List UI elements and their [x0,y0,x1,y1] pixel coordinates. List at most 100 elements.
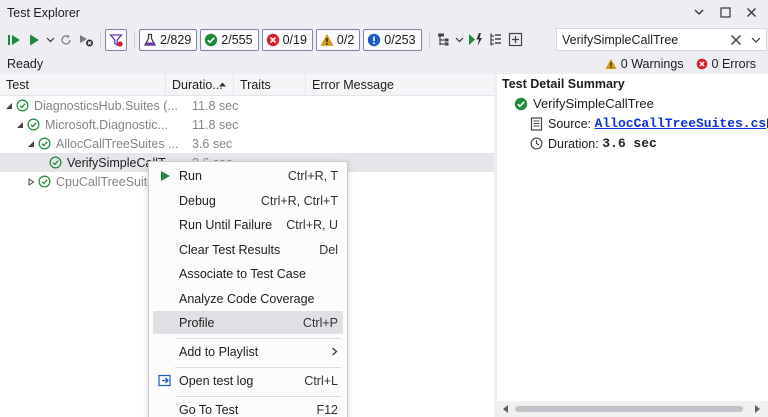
column-header-traits[interactable]: Traits [234,74,306,96]
hierarchy-icon [490,33,502,46]
test-duration: 11.8 sec [192,98,239,113]
cancel-run-button[interactable] [76,29,96,51]
chevron-down-icon [46,37,54,43]
group-by-button[interactable] [434,29,454,51]
chevron-down-icon [455,37,464,43]
passed-icon [47,153,63,172]
flask-icon [143,33,157,46]
passed-icon [36,172,52,191]
chevron-down-icon [694,9,704,15]
run-tests-after-build-button[interactable] [466,29,486,51]
repeat-run-button[interactable] [56,29,76,51]
expanded-arrow-icon[interactable] [15,115,25,134]
toolbar-separator [428,30,430,49]
collapsed-arrow-icon[interactable] [26,172,36,191]
passed-tests-counter[interactable]: 2/555 [200,28,259,51]
warnings-summary[interactable]: 0 Warnings [605,57,684,71]
maximize-icon [719,6,731,18]
dropdown-button[interactable] [686,2,712,22]
menu-item-analyze-code-coverage[interactable]: Analyze Code Coverage [153,287,343,310]
repeat-icon [61,34,71,45]
playlist-button[interactable] [486,29,506,51]
passed-icon [14,96,30,115]
close-button[interactable] [738,2,764,22]
tree-row[interactable]: AllocCallTreeSuites ... 3.6 sec [0,134,494,153]
toolbar-separator [100,30,101,49]
warning-triangle-icon [320,33,334,46]
clear-search-button[interactable] [726,34,746,46]
play-icon [30,34,39,45]
source-file-link[interactable]: AllocCallTreeSuites.cs [595,116,767,131]
errors-summary[interactable]: 0 Errors [696,57,756,71]
failed-tests-count: 0/19 [282,32,307,47]
warnings-count: 0 Warnings [620,57,684,71]
add-box-icon [508,32,523,47]
menu-item-run[interactable]: Run Ctrl+R, T [153,164,343,187]
errors-count: 0 Errors [711,57,756,71]
add-playlist-button[interactable] [506,29,526,51]
test-duration: 3.6 sec [192,136,233,151]
scrollbar-thumb[interactable] [515,406,743,412]
group-by-dropdown[interactable] [454,29,466,51]
menu-item-profile[interactable]: Profile Ctrl+P [153,311,343,334]
expanded-arrow-icon[interactable] [4,96,14,115]
warning-tests-counter[interactable]: 0/2 [315,28,361,51]
scroll-right-icon [755,405,760,413]
close-icon [746,7,756,17]
horizontal-scrollbar[interactable] [497,401,768,417]
duration-value: 3.6 sec [602,136,657,151]
cancel-run-icon [80,34,93,46]
group-by-icon [438,33,449,46]
run-button[interactable] [24,29,44,51]
sort-ascending-icon [219,82,226,87]
menu-separator [175,338,341,339]
open-log-icon [157,369,173,392]
build-summary: 0 Warnings 0 Errors [605,54,768,74]
run-all-button[interactable] [4,29,24,51]
filter-button[interactable] [105,28,127,51]
maximize-button[interactable] [712,2,738,22]
window-title: Test Explorer [7,5,80,20]
passed-icon [36,134,52,153]
column-headers: Test Duratio... Traits Error Message [0,74,494,96]
run-dropdown[interactable] [44,29,56,51]
search-box[interactable]: VerifySimpleCallTree [556,28,767,51]
menu-item-run-until-failure[interactable]: Run Until Failure Ctrl+R, U [153,213,343,236]
menu-item-go-to-test[interactable]: Go To Test F12 [153,398,343,417]
menu-separator [175,396,341,397]
menu-item-clear-test-results[interactable]: Clear Test Results Del [153,238,343,261]
close-icon [731,34,741,45]
play-icon [157,164,173,187]
run-after-build-icon [468,33,482,46]
menu-item-open-test-log[interactable]: Open test log Ctrl+L [153,369,343,392]
column-header-test[interactable]: Test [0,74,166,96]
warning-triangle-icon [605,58,617,69]
info-circle-icon [368,33,381,46]
menu-item-debug[interactable]: Debug Ctrl+R, Ctrl+T [153,189,343,212]
submenu-arrow-icon [331,345,338,359]
column-header-error-message[interactable]: Error Message [306,74,494,96]
not-run-tests-counter[interactable]: 0/253 [363,28,422,51]
not-run-tests-count: 0/253 [384,32,416,47]
tree-row[interactable]: Microsoft.Diagnostic... 11.8 sec [0,115,494,134]
search-input[interactable]: VerifySimpleCallTree [562,33,726,47]
search-dropdown[interactable] [746,35,766,45]
toolbar: 2/829 2/555 0/19 0/2 0/253 VerifySimpleC… [0,25,768,54]
menu-item-add-to-playlist[interactable]: Add to Playlist [153,340,343,363]
chevron-down-icon [751,37,761,43]
title-bar: Test Explorer [0,0,768,25]
scroll-left-icon [503,405,508,413]
warning-tests-count: 0/2 [336,32,355,47]
total-tests-counter[interactable]: 2/829 [139,28,198,51]
test-name: Microsoft.Diagnostic... [45,117,168,132]
status-text: Ready [7,57,44,71]
test-name: DiagnosticsHub.Suites (... [34,98,178,113]
error-circle-icon [696,58,707,70]
menu-item-associate-test-case[interactable]: Associate to Test Case [153,262,343,285]
check-circle-icon [514,97,528,110]
failed-tests-counter[interactable]: 0/19 [261,28,313,51]
test-name: CpuCallTreeSuites [56,174,161,189]
tree-row[interactable]: DiagnosticsHub.Suites (... 11.8 sec [0,96,494,115]
column-header-duration[interactable]: Duratio... [166,74,234,96]
expanded-arrow-icon[interactable] [26,134,36,153]
